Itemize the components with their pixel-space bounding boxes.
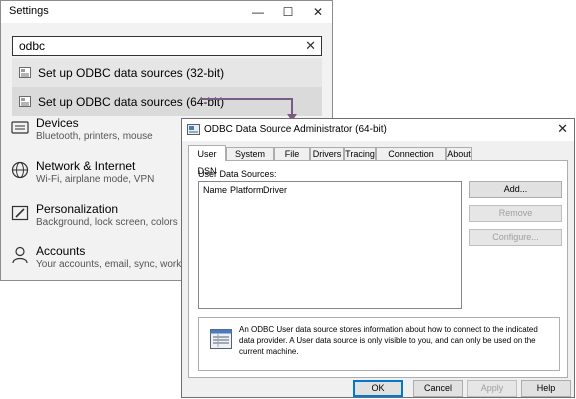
odbc-title: ODBC Data Source Administrator (64-bit) xyxy=(204,124,387,135)
column-platform[interactable]: Platform xyxy=(230,185,264,195)
user-dsn-panel: User Data Sources: Name Platform Driver … xyxy=(188,160,568,378)
ok-button[interactable]: OK xyxy=(353,380,403,397)
apply-button[interactable]: Apply xyxy=(467,380,517,397)
tab-file-dsn[interactable]: File DSN xyxy=(274,147,310,172)
odbc-close-button[interactable]: ✕ xyxy=(557,121,568,137)
datasource-info-icon xyxy=(210,329,232,349)
tab-system-dsn[interactable]: System DSN xyxy=(226,147,274,172)
odbc-window-icon xyxy=(187,124,200,135)
help-button[interactable]: Help xyxy=(521,380,571,397)
cancel-button[interactable]: Cancel xyxy=(413,380,463,397)
add-button[interactable]: Add... xyxy=(469,181,562,198)
tab-drivers[interactable]: Drivers xyxy=(310,147,344,160)
info-text: An ODBC User data source stores informat… xyxy=(239,325,538,356)
column-name[interactable]: Name xyxy=(203,185,227,195)
tab-about[interactable]: About xyxy=(446,147,472,160)
odbc-titlebar: ODBC Data Source Administrator (64-bit) … xyxy=(182,119,574,141)
tab-user-dsn[interactable]: User DSN xyxy=(188,145,226,176)
dsn-list[interactable]: Name Platform Driver xyxy=(198,181,462,309)
info-box: An ODBC User data source stores informat… xyxy=(198,317,560,371)
tab-tracing[interactable]: Tracing xyxy=(344,147,376,160)
odbc-dialog: ODBC Data Source Administrator (64-bit) … xyxy=(181,118,575,398)
configure-button[interactable]: Configure... xyxy=(469,229,562,246)
tab-connection-pooling[interactable]: Connection Pooling xyxy=(376,147,446,172)
remove-button[interactable]: Remove xyxy=(469,205,562,222)
column-driver[interactable]: Driver xyxy=(263,185,287,195)
